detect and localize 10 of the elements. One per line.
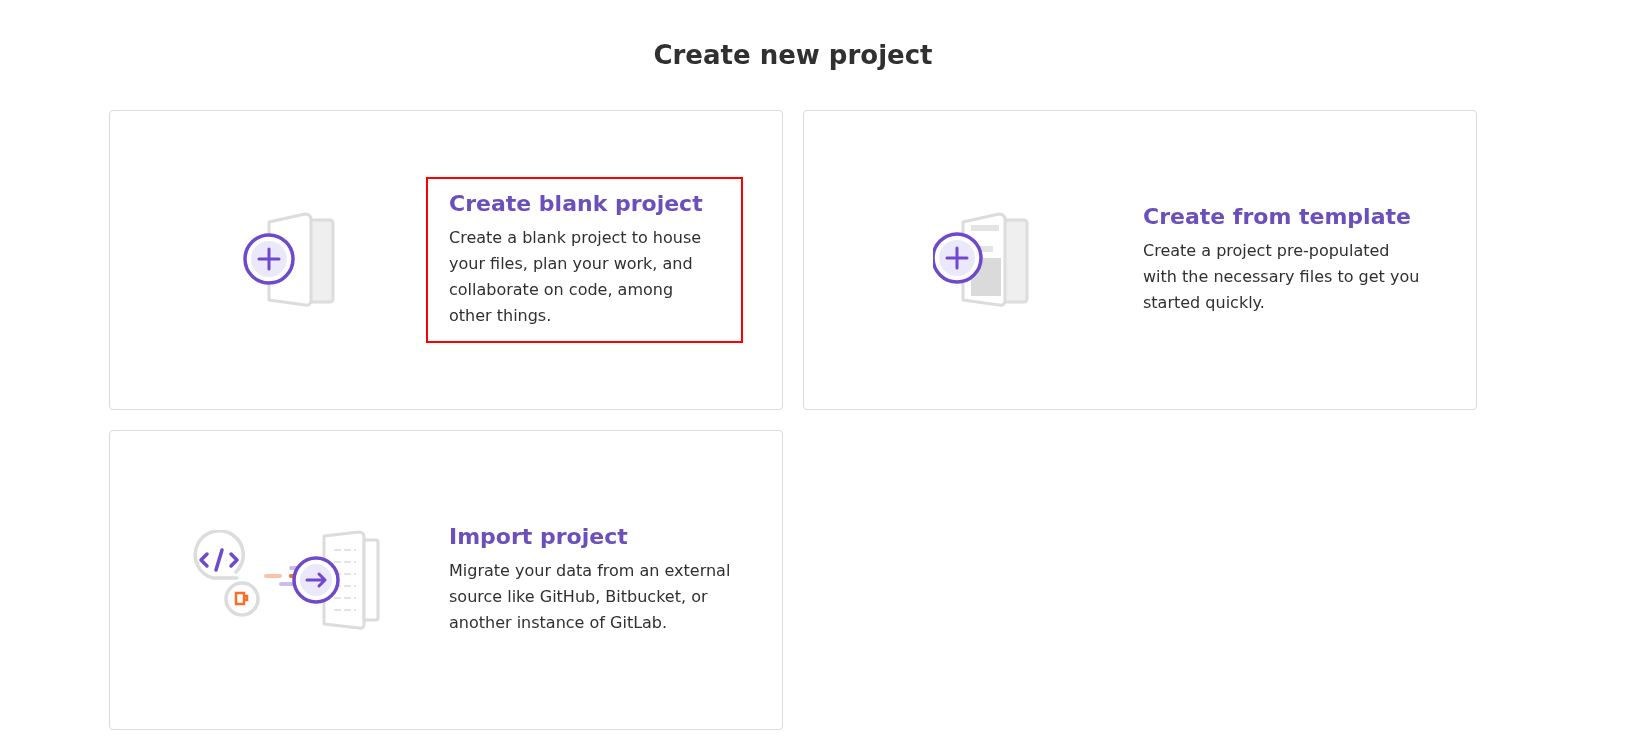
card-title: Import project [449,523,629,551]
project-option-card[interactable]: Create from template Create a project pre-populated with the necessary files to get you started quickly. [803,110,1477,410]
card-description: Migrate your data from an external source like GitHub, Bitbucket, or another instance of GitLab. [449,560,732,634]
project-option-card[interactable]: Import project Migrate your data from an external source like GitHub, Bitbucket, or another instance of GitLab. [109,430,783,730]
card-description: Create a project pre-populated with the necessary files to get you started quickly. [1143,240,1421,314]
card-title: Create from template [1143,203,1412,231]
project-option-card[interactable]: Create blank project Create a blank project to house your files, plan your work, and collaborate on code, among other things. [109,110,783,410]
page-title: Create new project [652,39,934,72]
card-title: Create blank project [449,190,704,218]
card-description: Create a blank project to house your files, plan your work, and collaborate on code, among other things. [449,227,703,327]
